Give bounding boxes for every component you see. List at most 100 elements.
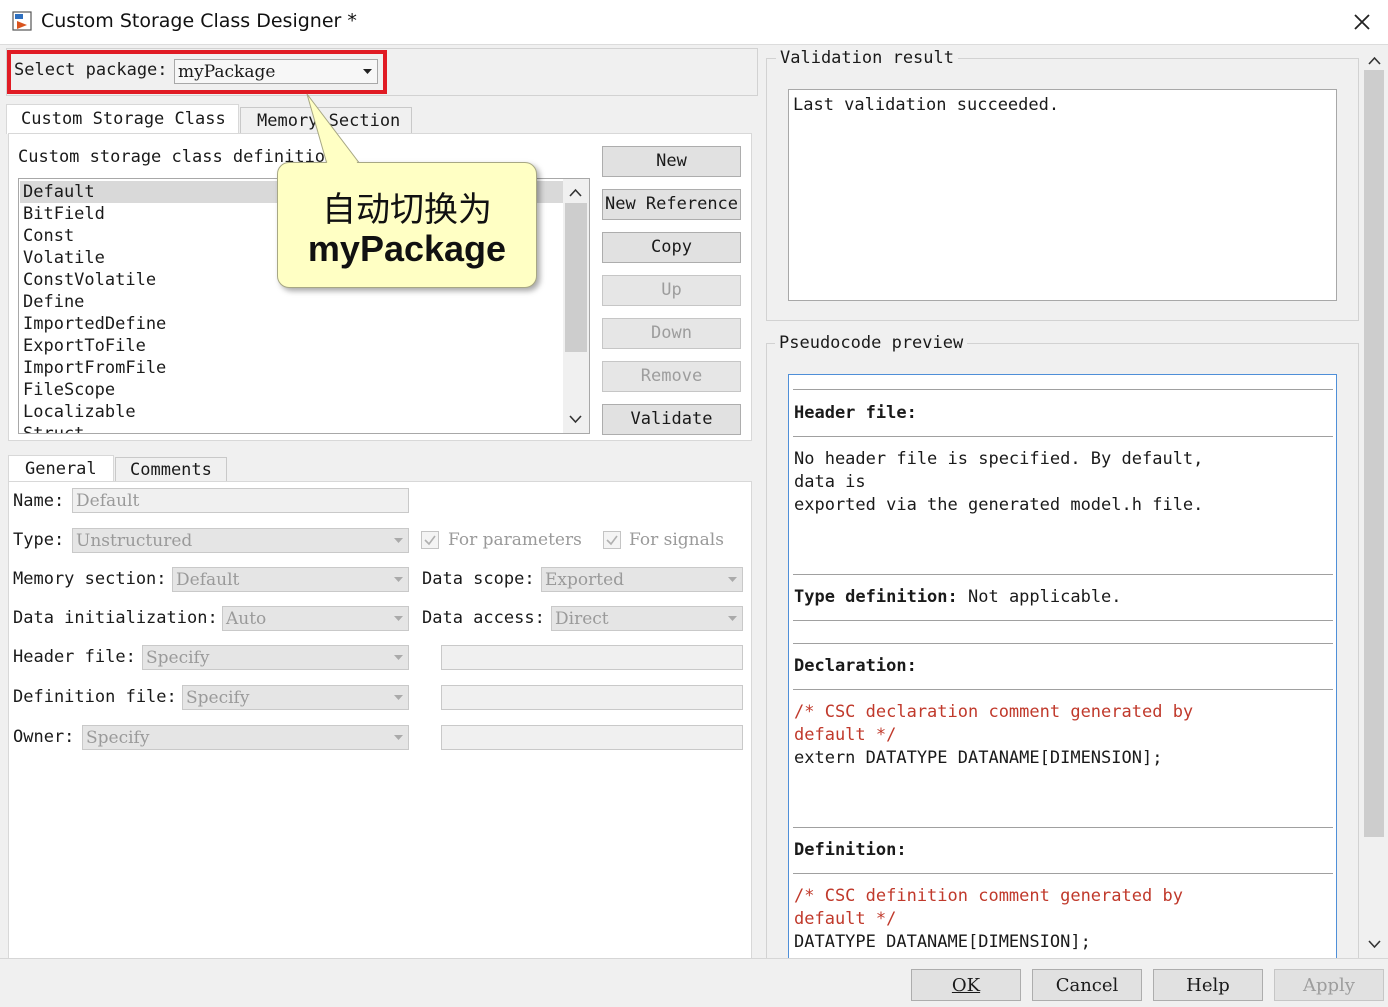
- definition-comment-1: /* CSC definition comment generated by: [794, 886, 1183, 906]
- down-button[interactable]: Down: [602, 318, 741, 349]
- list-item[interactable]: ImportedDefine: [23, 313, 166, 335]
- ok-button[interactable]: OK: [911, 969, 1021, 1001]
- new-button[interactable]: New: [602, 146, 741, 177]
- definition-title: Definition:: [794, 840, 907, 860]
- memory-section-label: Memory section:: [13, 569, 167, 589]
- owner-label: Owner:: [13, 727, 75, 747]
- validation-box: [788, 89, 1337, 301]
- for-parameters-checkbox[interactable]: [421, 531, 439, 549]
- tab-general[interactable]: General: [8, 455, 114, 483]
- declaration-comment-2: default */: [794, 725, 897, 745]
- validation-legend: Validation result: [776, 48, 958, 68]
- declaration-title: Declaration:: [794, 656, 917, 676]
- list-item[interactable]: Volatile: [23, 247, 105, 269]
- definition-file-select[interactable]: Specify: [182, 685, 409, 710]
- header-file-text-3: exported via the generated model.h file.: [794, 495, 1204, 515]
- pane-scroll-thumb[interactable]: [1364, 70, 1384, 837]
- callout-pointer-joint: [326, 152, 358, 164]
- definition-file-value: Specify: [186, 688, 250, 708]
- list-scroll-thumb[interactable]: [565, 203, 587, 352]
- for-signals-label: For signals: [629, 530, 724, 550]
- data-initialization-value: Auto: [226, 609, 267, 629]
- scroll-down-icon[interactable]: [1368, 940, 1381, 949]
- header-file-label: Header file:: [13, 647, 136, 667]
- check-icon: [424, 535, 436, 546]
- scroll-up-icon[interactable]: [569, 188, 582, 197]
- list-item[interactable]: ImportFromFile: [23, 357, 166, 379]
- memory-section-select[interactable]: Default: [172, 567, 409, 592]
- divider: [793, 620, 1333, 621]
- definition-code: DATATYPE DATANAME[DIMENSION];: [794, 932, 1091, 952]
- data-access-select[interactable]: Direct: [551, 606, 743, 631]
- list-item[interactable]: BitField: [23, 203, 105, 225]
- scroll-up-icon[interactable]: [1368, 56, 1381, 65]
- chevron-down-icon: [394, 538, 403, 543]
- check-icon: [606, 535, 618, 546]
- declaration-comment-1: /* CSC declaration comment generated by: [794, 702, 1194, 722]
- close-icon[interactable]: [1346, 6, 1378, 38]
- name-value: Default: [76, 491, 140, 511]
- owner-input[interactable]: [441, 725, 743, 750]
- highlight-box: [7, 50, 387, 94]
- chevron-down-icon: [394, 695, 403, 700]
- name-field[interactable]: Default: [72, 488, 409, 513]
- data-initialization-label: Data initialization:: [13, 608, 218, 628]
- divider: [793, 389, 1333, 390]
- tab-comments[interactable]: Comments: [115, 457, 227, 483]
- copy-button[interactable]: Copy: [602, 232, 741, 263]
- data-scope-label: Data scope:: [422, 569, 535, 589]
- cancel-button[interactable]: Cancel: [1032, 969, 1142, 1001]
- for-signals-checkbox[interactable]: [603, 531, 621, 549]
- up-button[interactable]: Up: [602, 275, 741, 306]
- type-definition-title: Type definition:: [794, 587, 958, 607]
- divider: [793, 873, 1333, 874]
- chevron-down-icon: [394, 577, 403, 582]
- list-item[interactable]: Const: [23, 225, 74, 247]
- scroll-down-icon[interactable]: [569, 415, 582, 424]
- chevron-down-icon: [394, 616, 403, 621]
- list-item[interactable]: Struct: [23, 423, 84, 433]
- header-file-value: Specify: [146, 648, 210, 668]
- header-file-title: Header file:: [794, 403, 917, 423]
- type-definition-text: Not applicable.: [957, 587, 1122, 607]
- list-item[interactable]: Localizable: [23, 401, 136, 423]
- header-file-input[interactable]: [441, 645, 743, 670]
- apply-label: Apply: [1303, 975, 1355, 996]
- type-label: Type:: [13, 530, 65, 550]
- list-item[interactable]: Define: [23, 291, 84, 313]
- owner-select[interactable]: Specify: [82, 725, 409, 750]
- chevron-down-icon: [728, 616, 737, 621]
- definition-file-input[interactable]: [441, 685, 743, 710]
- divider: [793, 436, 1333, 437]
- list-item[interactable]: FileScope: [23, 379, 115, 401]
- definition-comment-2: default */: [794, 909, 897, 929]
- data-scope-select[interactable]: Exported: [541, 567, 743, 592]
- divider: [793, 574, 1333, 575]
- apply-button[interactable]: Apply: [1274, 969, 1384, 1001]
- help-button[interactable]: Help: [1153, 969, 1263, 1001]
- data-initialization-select[interactable]: Auto: [222, 606, 409, 631]
- divider: [793, 643, 1333, 644]
- chevron-down-icon: [394, 735, 403, 740]
- list-item[interactable]: ConstVolatile: [23, 269, 156, 291]
- type-value: Unstructured: [76, 531, 193, 551]
- new-reference-button[interactable]: New Reference: [602, 189, 741, 220]
- chevron-down-icon: [728, 577, 737, 582]
- type-select[interactable]: Unstructured: [72, 528, 409, 553]
- for-parameters-label: For parameters: [448, 530, 582, 550]
- definition-file-label: Definition file:: [13, 687, 177, 707]
- owner-value: Specify: [86, 728, 150, 748]
- divider: [793, 689, 1333, 690]
- cancel-label: Cancel: [1055, 975, 1119, 996]
- list-item[interactable]: ExportToFile: [23, 335, 146, 357]
- header-file-select[interactable]: Specify: [142, 645, 409, 670]
- tab-custom-storage-class[interactable]: Custom Storage Class: [6, 104, 239, 134]
- data-scope-value: Exported: [545, 570, 625, 590]
- callout-text-line1: 自动切换为: [322, 190, 492, 230]
- validate-button[interactable]: Validate: [602, 404, 741, 435]
- remove-button[interactable]: Remove: [602, 361, 741, 392]
- callout-text-line2: myPackage: [307, 228, 507, 269]
- header-file-text-1: No header file is specified. By default,: [794, 449, 1204, 469]
- pseudocode-legend: Pseudocode preview: [775, 333, 968, 353]
- general-panel: [8, 481, 752, 961]
